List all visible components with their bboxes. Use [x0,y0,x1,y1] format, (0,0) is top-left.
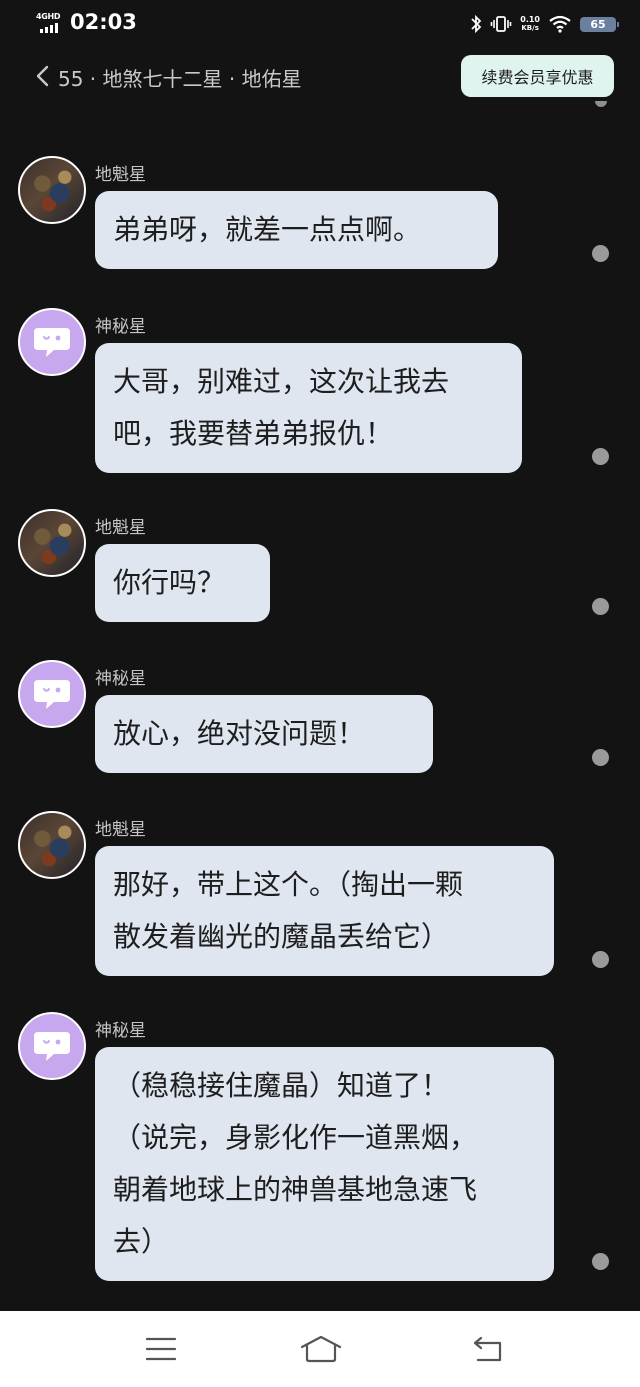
status-dot [592,448,609,465]
chat-bubble-icon [34,1032,70,1061]
chat-bubble-icon [34,680,70,709]
bluetooth-icon [471,14,482,34]
battery-icon: 65 [580,16,619,32]
system-navigation-bar [0,1311,640,1387]
vibrate-icon [490,16,512,32]
status-dot [592,951,609,968]
chat-header: 55 · 地煞七十二星 · 地佑星 续费会员享优惠 [0,50,640,102]
sender-name: 神秘星 [95,669,146,689]
status-dot [595,101,607,107]
sender-name: 地魁星 [95,165,146,185]
message-bubble[interactable]: 那好，带上这个。（掏出一颗 散发着幽光的魔晶丢给它） [95,846,554,976]
sender-name: 神秘星 [95,317,146,337]
chat-bubble-avatar[interactable] [18,1012,86,1080]
renew-vip-button[interactable]: 续费会员享优惠 [461,55,614,97]
cellular-signal-icon: 4GHD [36,12,66,34]
warrior-avatar[interactable] [18,811,86,879]
menu-icon[interactable] [145,1336,177,1362]
warrior-avatar[interactable] [18,509,86,577]
wifi-icon [549,15,571,33]
page-title[interactable]: 55 · 地煞七十二星 · 地佑星 [58,63,302,92]
message-bubble[interactable]: 放心，绝对没问题！ [95,695,433,773]
home-icon[interactable] [299,1334,343,1364]
sender-name: 地魁星 [95,820,146,840]
status-dot [592,749,609,766]
chat-bubble-avatar[interactable] [18,308,86,376]
sender-name: 地魁星 [95,518,146,538]
status-dot [592,598,609,615]
message-bubble[interactable]: （稳稳接住魔晶）知道了！ （说完，身影化作一道黑烟， 朝着地球上的神兽基地急速飞… [95,1047,554,1281]
network-speed: 0.10 KB/s [520,15,540,33]
message-bubble[interactable]: 弟弟呀，就差一点点啊。 [95,191,498,269]
battery-level: 65 [590,17,606,31]
status-bar: 4GHD 02:03 0.10 KB/s 65 [0,0,640,50]
clock: 02:03 [70,10,137,34]
back-icon[interactable] [472,1335,504,1363]
back-icon[interactable] [34,64,50,88]
chat-bubble-avatar[interactable] [18,660,86,728]
message-bubble[interactable]: 大哥，别难过，这次让我去 吧，我要替弟弟报仇！ [95,343,522,473]
sender-name: 神秘星 [95,1021,146,1041]
chat-bubble-icon [34,328,70,357]
status-dot [592,245,609,262]
message-bubble[interactable]: 你行吗？ [95,544,270,622]
network-type: 4GHD [36,12,61,21]
warrior-avatar[interactable] [18,156,86,224]
status-dot [592,1253,609,1270]
